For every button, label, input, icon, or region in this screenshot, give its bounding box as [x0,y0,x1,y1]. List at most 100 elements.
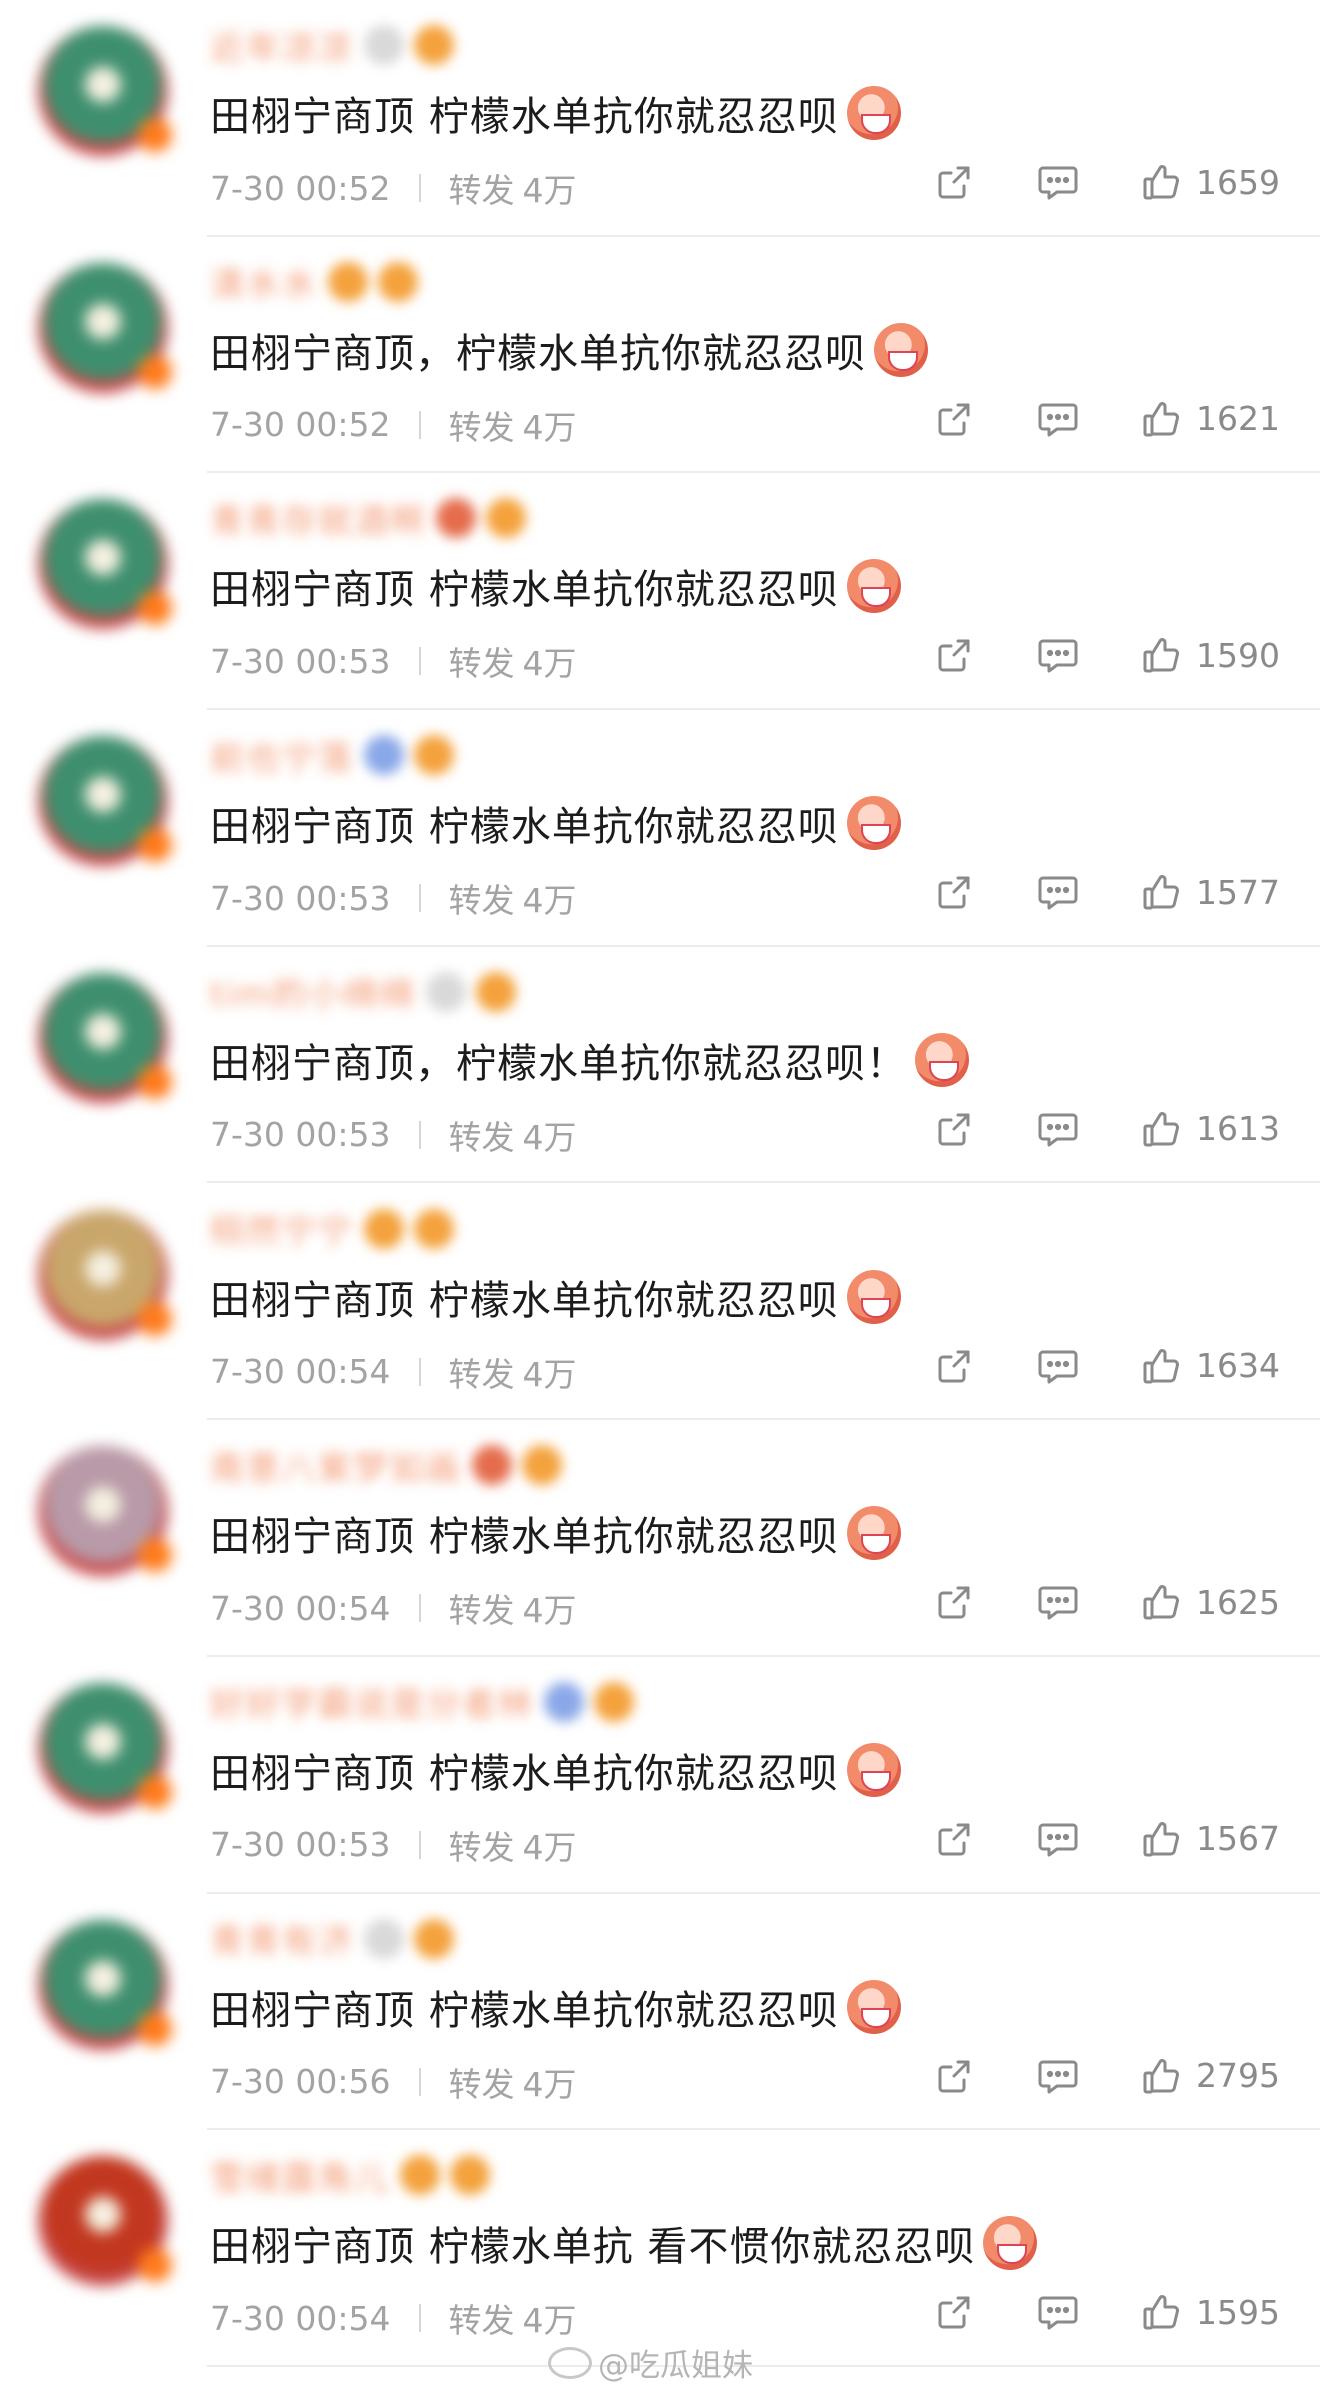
comment-icon[interactable] [1036,1107,1080,1151]
like-count[interactable]: 1659 [1194,163,1280,202]
comment-meta: 7-30 00:56 转发 4万 [210,2058,577,2106]
meta-divider [418,2067,421,2096]
comment-item[interactable]: 近年凉凉 田栩宁商顶 柠檬水单抗你就忍忍呗 7-30 00:52 转发 4万 1… [0,0,1320,237]
like-icon[interactable] [1140,2054,1184,2098]
avatar[interactable] [38,1209,172,1340]
share-icon[interactable] [932,1344,976,1388]
username-text[interactable]: 南意八紫梦如画 [210,1441,462,1490]
share-icon[interactable] [932,2054,976,2098]
username[interactable]: 雪绪露角儿 [210,2148,490,2202]
avatar[interactable] [38,972,172,1103]
username[interactable]: 栩然宁宁 [210,1202,454,1256]
username-text[interactable]: 清水水 [210,257,318,306]
username-text[interactable]: 好好学霸说是分者林 [210,1677,534,1726]
username-text[interactable]: 栩然宁宁 [210,1204,354,1253]
comment-body: 田栩宁商顶 柠檬水单抗 看不惯你就忍忍呗 [210,2224,976,2271]
username[interactable]: 近年凉凉 [210,18,454,72]
comment-icon[interactable] [1036,397,1080,441]
timestamp: 7-30 00:53 [210,878,391,918]
like-icon[interactable] [1140,1107,1184,1151]
timestamp: 7-30 00:53 [210,1825,391,1865]
fan-badge-icon [436,498,476,539]
avatar[interactable] [38,26,172,156]
like-icon[interactable] [1140,160,1184,204]
emoji-badge-icon [414,25,454,65]
avatar[interactable] [38,1919,172,2050]
watermark: @吃瓜姐妹 [548,2340,753,2385]
repost-count: 4万 [522,1827,577,1867]
share-icon[interactable] [932,2290,976,2334]
meta-divider [418,2304,421,2333]
like-count[interactable]: 1577 [1194,873,1280,912]
comment-meta: 7-30 00:53 转发 4万 [210,874,577,922]
like-icon[interactable] [1140,1817,1184,1861]
like-icon[interactable] [1140,633,1184,677]
avatar[interactable] [38,2156,172,2287]
comment-meta: 7-30 00:54 转发 4万 [210,1584,577,1632]
comment-body: 田栩宁商顶 柠檬水单抗你就忍忍呗 [210,1987,839,2034]
username-text[interactable]: 雪绪露角儿 [210,2151,390,2200]
username[interactable]: 南意八紫梦如画 [210,1438,562,1492]
comment-icon[interactable] [1036,2290,1080,2334]
username-text[interactable]: 青青存就酒啊 [210,494,426,543]
like-icon[interactable] [1140,2290,1184,2334]
fan-badge-icon [364,735,404,776]
share-icon[interactable] [932,1817,976,1861]
like-count[interactable]: 1567 [1194,1819,1280,1858]
comment-text: 田栩宁商顶 柠檬水单抗 看不惯你就忍忍呗 [210,2214,1038,2272]
share-icon[interactable] [932,1107,976,1151]
share-icon[interactable] [932,397,976,441]
username[interactable]: tim的小绵绵 [210,965,516,1019]
verified-badge-icon [138,828,172,863]
username-text[interactable]: 近年凉凉 [210,21,354,70]
username[interactable]: 青青存就酒啊 [210,491,526,545]
username[interactable]: 清水水 [210,255,418,309]
comment-icon[interactable] [1036,1344,1080,1388]
avatar[interactable] [38,1446,172,1577]
share-icon[interactable] [932,870,976,914]
comment-item[interactable]: 雪绪露角儿 田栩宁商顶 柠檬水单抗 看不惯你就忍忍呗 7-30 00:54 转发… [0,2130,1320,2367]
comment-body: 田栩宁商顶 柠檬水单抗你就忍忍呗 [210,94,839,140]
like-count[interactable]: 2795 [1194,2056,1280,2095]
like-count[interactable]: 1621 [1194,399,1280,438]
like-icon[interactable] [1140,1344,1184,1388]
watermark-text: @吃瓜姐妹 [598,2348,753,2384]
avatar[interactable] [38,262,172,393]
share-icon[interactable] [932,633,976,677]
repost-count: 4万 [522,644,577,684]
like-count[interactable]: 1634 [1194,1346,1280,1385]
like-count[interactable]: 1590 [1194,636,1280,675]
comment-icon[interactable] [1036,1817,1080,1861]
emoji-badge-icon [414,1208,454,1249]
username[interactable]: 前也宁落 [210,728,454,782]
like-count[interactable]: 1625 [1194,1583,1280,1622]
username-text[interactable]: tim的小绵绵 [210,967,416,1016]
like-icon[interactable] [1140,397,1184,441]
like-icon[interactable] [1140,1580,1184,1624]
avatar[interactable] [38,736,172,867]
avatar[interactable] [38,1682,172,1813]
username-text[interactable]: 前也宁落 [210,731,354,780]
comment-item[interactable]: 青青有济 田栩宁商顶 柠檬水单抗你就忍忍呗 7-30 00:56 转发 4万 2… [0,1894,1320,2131]
comment-item[interactable]: 青青存就酒啊 田栩宁商顶 柠檬水单抗你就忍忍呗 7-30 00:53 转发 4万… [0,473,1320,711]
comment-item[interactable]: 南意八紫梦如画 田栩宁商顶 柠檬水单抗你就忍忍呗 7-30 00:54 转发 4… [0,1420,1320,1657]
username[interactable]: 青青有济 [210,1912,454,1966]
comment-item[interactable]: 前也宁落 田栩宁商顶 柠檬水单抗你就忍忍呗 7-30 00:53 转发 4万 1… [0,710,1320,947]
comment-item[interactable]: 清水水 田栩宁商顶，柠檬水单抗你就忍忍呗 7-30 00:52 转发 4万 16… [0,237,1320,474]
comment-item[interactable]: 好好学霸说是分者林 田栩宁商顶 柠檬水单抗你就忍忍呗 7-30 00:53 转发… [0,1657,1320,1894]
share-icon[interactable] [932,1580,976,1624]
share-icon[interactable] [932,160,976,204]
username[interactable]: 好好学霸说是分者林 [210,1675,634,1729]
avatar[interactable] [38,499,172,630]
like-count[interactable]: 1595 [1194,2293,1280,2332]
like-icon[interactable] [1140,870,1184,914]
comment-item[interactable]: tim的小绵绵 田栩宁商顶，柠檬水单抗你就忍忍呗！ 7-30 00:53 转发 … [0,947,1320,1184]
comment-icon[interactable] [1036,1580,1080,1624]
comment-icon[interactable] [1036,2054,1080,2098]
comment-icon[interactable] [1036,633,1080,677]
comment-item[interactable]: 栩然宁宁 田栩宁商顶 柠檬水单抗你就忍忍呗 7-30 00:54 转发 4万 1… [0,1184,1320,1421]
username-text[interactable]: 青青有济 [210,1914,354,1963]
comment-icon[interactable] [1036,870,1080,914]
like-count[interactable]: 1613 [1194,1109,1280,1148]
comment-icon[interactable] [1036,160,1080,204]
